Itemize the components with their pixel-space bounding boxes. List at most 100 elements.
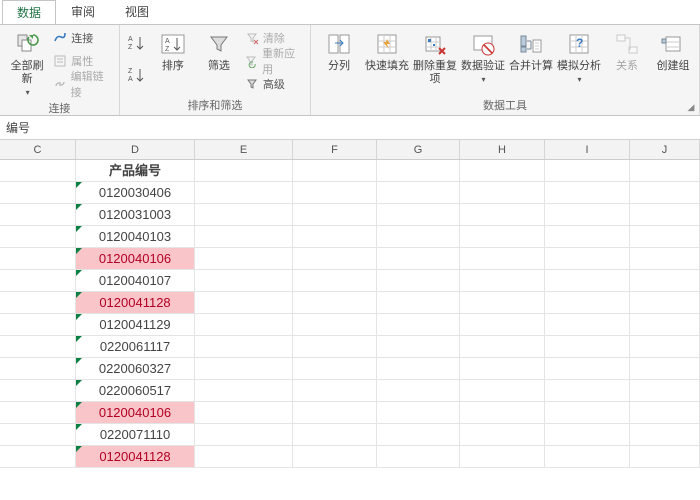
tab-data[interactable]: 数据 [2,0,56,24]
sort-button[interactable]: AZ 排序 [152,28,194,73]
col-header[interactable]: F [293,140,377,159]
col-header[interactable]: H [460,140,545,159]
cell[interactable] [293,402,377,423]
cell[interactable] [0,336,76,357]
cell[interactable]: 0220061117 [76,336,195,357]
cell[interactable] [460,402,545,423]
cell[interactable] [377,182,460,203]
col-header[interactable]: C [0,140,76,159]
cell[interactable] [293,160,377,181]
cell[interactable] [545,314,630,335]
filter-button[interactable]: 筛选 [198,28,240,73]
cell[interactable] [0,270,76,291]
cell[interactable] [377,446,460,467]
cell[interactable] [545,160,630,181]
cell[interactable]: 0120040103 [76,226,195,247]
cell[interactable] [545,226,630,247]
cell[interactable] [195,380,293,401]
cell[interactable]: 0120030406 [76,182,195,203]
cell[interactable] [545,380,630,401]
cell[interactable] [293,204,377,225]
cell[interactable] [293,358,377,379]
cell[interactable] [545,336,630,357]
cell[interactable] [545,182,630,203]
cell[interactable] [0,160,76,181]
cell[interactable] [195,182,293,203]
cell[interactable] [377,358,460,379]
flash-fill-button[interactable]: 快速填充 [365,28,409,73]
cell[interactable]: 0220060327 [76,358,195,379]
cell[interactable] [377,270,460,291]
cell[interactable] [293,446,377,467]
connections-button[interactable]: 连接 [52,28,113,48]
cell[interactable] [195,160,293,181]
cell[interactable] [0,402,76,423]
cell[interactable] [377,248,460,269]
col-header[interactable]: D [76,140,195,159]
cell[interactable] [630,424,700,445]
cell[interactable]: 产品编号 [76,160,195,181]
cell[interactable] [630,182,700,203]
cell[interactable] [293,336,377,357]
cell[interactable] [460,204,545,225]
edit-links-button[interactable]: 编辑链接 [52,74,113,94]
cell[interactable] [0,248,76,269]
cell[interactable]: 0220060517 [76,380,195,401]
cell[interactable]: 0120041128 [76,446,195,467]
cell[interactable]: 0120040107 [76,270,195,291]
cell[interactable] [545,204,630,225]
cell[interactable] [460,314,545,335]
cell[interactable] [545,446,630,467]
cell[interactable] [0,314,76,335]
remove-duplicates-button[interactable]: 删除重复项 [413,28,457,86]
col-header[interactable]: J [630,140,700,159]
refresh-all-button[interactable]: 全部刷新 ▾ [6,28,48,98]
cell[interactable] [377,160,460,181]
cell[interactable] [545,248,630,269]
cell[interactable]: 0120041129 [76,314,195,335]
cell[interactable] [377,314,460,335]
cell[interactable] [0,292,76,313]
cell[interactable] [460,248,545,269]
cell[interactable] [460,270,545,291]
relations-button[interactable]: 关系 [605,28,649,73]
cell[interactable] [460,226,545,247]
cell[interactable] [0,182,76,203]
cell[interactable] [630,358,700,379]
cell[interactable] [195,226,293,247]
data-validation-button[interactable]: 数据验证 ▾ [461,28,505,85]
cell[interactable] [293,226,377,247]
cell[interactable] [630,226,700,247]
cell[interactable] [293,380,377,401]
cell[interactable]: 0120031003 [76,204,195,225]
cell[interactable] [0,446,76,467]
cell[interactable] [195,248,293,269]
cell[interactable] [195,402,293,423]
cell[interactable] [630,446,700,467]
cell[interactable] [545,424,630,445]
cell[interactable] [545,292,630,313]
cell[interactable] [0,226,76,247]
cell[interactable] [630,160,700,181]
cell[interactable]: 0120041128 [76,292,195,313]
cell[interactable] [377,226,460,247]
cell[interactable] [195,292,293,313]
cell[interactable] [195,270,293,291]
cell[interactable] [293,424,377,445]
tab-view[interactable]: 视图 [110,0,164,24]
cell[interactable] [545,270,630,291]
sort-asc-button[interactable]: AZ [126,30,148,56]
cell[interactable] [293,182,377,203]
cell[interactable]: 0220071110 [76,424,195,445]
cell[interactable] [377,336,460,357]
cell[interactable] [460,380,545,401]
consolidate-button[interactable]: 合并计算 [509,28,553,73]
cell[interactable] [630,314,700,335]
cell[interactable]: 0120040106 [76,402,195,423]
col-header[interactable]: G [377,140,460,159]
cell[interactable] [293,270,377,291]
cell[interactable] [195,424,293,445]
cell[interactable] [195,446,293,467]
cell[interactable] [460,182,545,203]
cell[interactable]: 0120040106 [76,248,195,269]
